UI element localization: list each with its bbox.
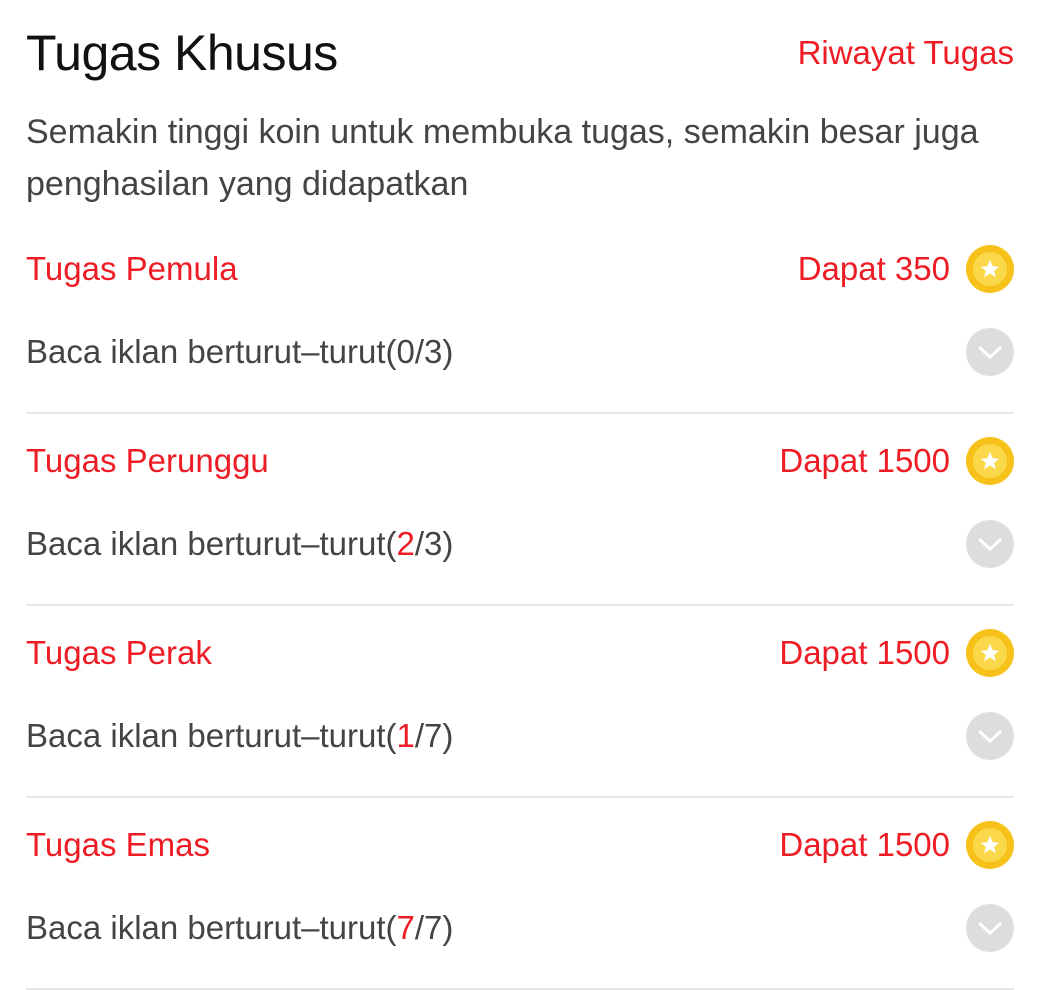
task-item-perak: Tugas Perak Dapat 1500 Baca iklan bertur… bbox=[26, 606, 1014, 798]
task-name: Tugas Emas bbox=[26, 826, 211, 863]
reward-button[interactable]: Dapat 1500 bbox=[779, 629, 1014, 677]
task-description-text: Baca iklan berturut–turut( bbox=[26, 525, 397, 562]
task-item-perunggu: Tugas Perunggu Dapat 1500 Baca iklan ber… bbox=[26, 414, 1014, 606]
task-description-text: Baca iklan berturut–turut( bbox=[26, 909, 397, 946]
header: Tugas Khusus Riwayat Tugas bbox=[26, 18, 1014, 88]
reward-label: Dapat 1500 bbox=[779, 634, 950, 671]
task-description: Baca iklan berturut–turut(2/3) bbox=[26, 525, 453, 563]
task-progress-done: 7 bbox=[396, 909, 415, 946]
task-progress-done: 0 bbox=[396, 333, 415, 370]
reward-label: Dapat 350 bbox=[797, 250, 950, 287]
task-name: Tugas Perunggu bbox=[26, 442, 269, 479]
task-header: Tugas Perak Dapat 1500 bbox=[26, 618, 1014, 688]
reward-button[interactable]: Dapat 350 bbox=[798, 245, 1014, 293]
check-circle-icon[interactable] bbox=[966, 904, 1014, 952]
star-coin-icon bbox=[966, 437, 1014, 485]
star-coin-icon bbox=[966, 821, 1014, 869]
task-item-emas: Tugas Emas Dapat 1500 Baca iklan berturu… bbox=[26, 798, 1014, 990]
task-list: Tugas Pemula Dapat 350 Baca iklan bertur… bbox=[26, 222, 1014, 990]
task-header: Tugas Perunggu Dapat 1500 bbox=[26, 426, 1014, 496]
star-coin-icon bbox=[966, 629, 1014, 677]
task-progress-total: /7) bbox=[414, 909, 454, 946]
task-description-text: Baca iklan berturut–turut( bbox=[26, 333, 397, 370]
star-coin-icon bbox=[966, 245, 1014, 293]
check-circle-icon[interactable] bbox=[966, 712, 1014, 760]
task-progress-total: /7) bbox=[414, 717, 454, 754]
reward-label: Dapat 1500 bbox=[779, 826, 950, 863]
task-description: Baca iklan berturut–turut(7/7) bbox=[26, 909, 453, 947]
task-progress-total: /3) bbox=[414, 333, 454, 370]
page-subtitle: Semakin tinggi koin untuk membuka tugas,… bbox=[26, 113, 979, 203]
reward-button[interactable]: Dapat 1500 bbox=[779, 437, 1014, 485]
task-name: Tugas Pemula bbox=[26, 250, 238, 287]
task-description: Baca iklan berturut–turut(0/3) bbox=[26, 333, 453, 371]
task-progress-done: 1 bbox=[396, 717, 415, 754]
task-progress-row: Baca iklan berturut–turut(2/3) bbox=[26, 514, 1014, 574]
task-item-pemula: Tugas Pemula Dapat 350 Baca iklan bertur… bbox=[26, 222, 1014, 414]
task-description: Baca iklan berturut–turut(1/7) bbox=[26, 717, 453, 755]
task-progress-row: Baca iklan berturut–turut(1/7) bbox=[26, 706, 1014, 766]
task-progress-done: 2 bbox=[396, 525, 415, 562]
check-circle-icon[interactable] bbox=[966, 328, 1014, 376]
task-name: Tugas Perak bbox=[26, 634, 212, 671]
task-progress-total: /3) bbox=[414, 525, 454, 562]
task-description-text: Baca iklan berturut–turut( bbox=[26, 717, 397, 754]
task-history-link[interactable]: Riwayat Tugas bbox=[798, 34, 1014, 72]
task-progress-row: Baca iklan berturut–turut(0/3) bbox=[26, 322, 1014, 382]
reward-button[interactable]: Dapat 1500 bbox=[779, 821, 1014, 869]
task-header: Tugas Emas Dapat 1500 bbox=[26, 810, 1014, 880]
task-header: Tugas Pemula Dapat 350 bbox=[26, 234, 1014, 304]
check-circle-icon[interactable] bbox=[966, 520, 1014, 568]
reward-label: Dapat 1500 bbox=[779, 442, 950, 479]
task-progress-row: Baca iklan berturut–turut(7/7) bbox=[26, 898, 1014, 958]
page-title: Tugas Khusus bbox=[26, 25, 338, 81]
